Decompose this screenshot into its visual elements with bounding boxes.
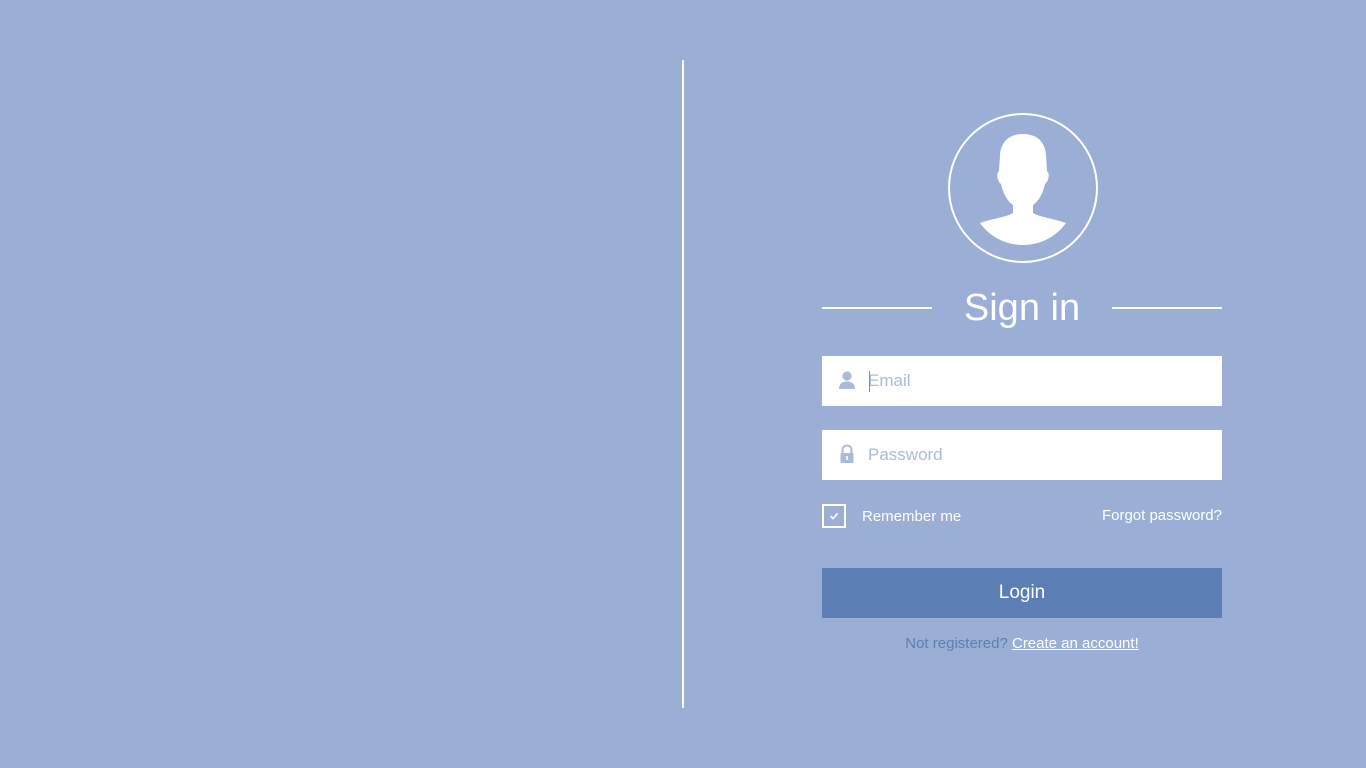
lock-icon [840,444,854,463]
user-avatar-icon [980,134,1066,245]
remember-me-row: Remember me [822,504,961,528]
password-field[interactable] [822,430,1222,480]
create-account-link[interactable]: Create an account! [1012,635,1139,652]
remember-me-checkbox[interactable] [822,504,846,528]
email-field[interactable] [822,356,1222,406]
text-caret [869,371,870,392]
title-rule-right [1112,307,1222,309]
sign-in-header: Sign in [822,282,1222,334]
email-input[interactable] [868,356,1208,406]
avatar [948,113,1098,263]
register-prompt-text: Not registered? [905,635,1008,652]
register-prompt: Not registered? Create an account! [822,634,1222,654]
forgot-password-link[interactable]: Forgot password? [1102,506,1222,526]
checkmark-icon [829,512,839,520]
password-input[interactable] [868,430,1208,480]
vertical-divider [682,60,684,708]
login-button[interactable]: Login [822,568,1222,618]
remember-me-label[interactable]: Remember me [862,508,961,525]
user-icon [839,371,855,389]
